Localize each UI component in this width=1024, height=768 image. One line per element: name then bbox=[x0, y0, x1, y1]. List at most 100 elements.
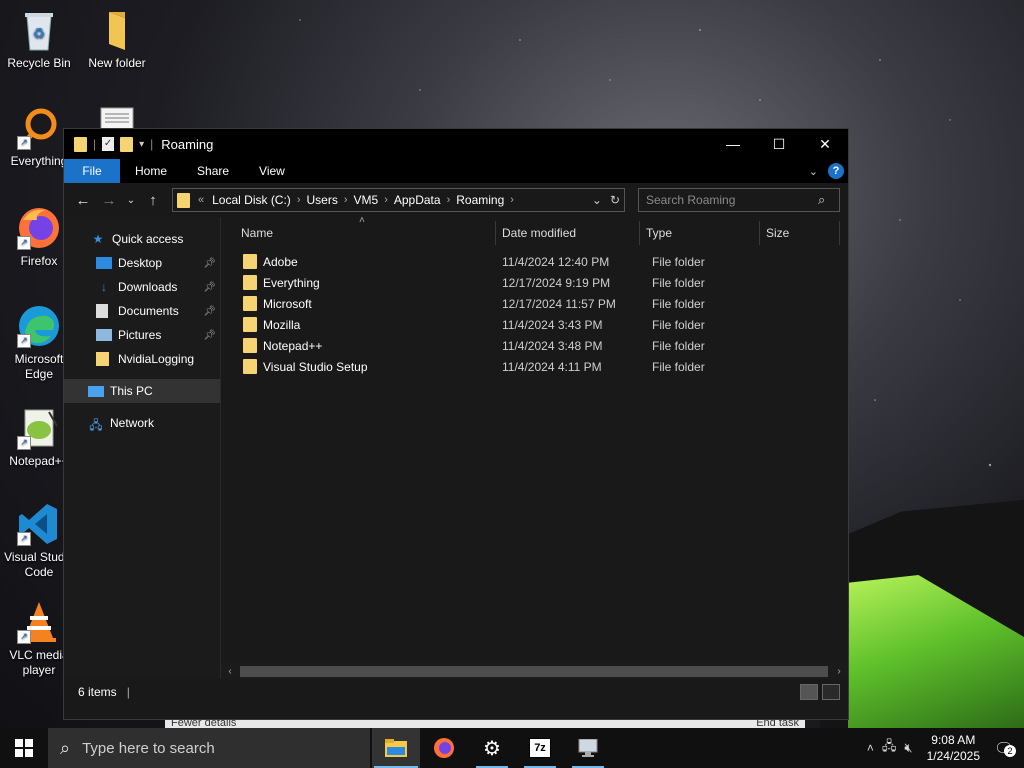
refresh-icon[interactable]: ↻ bbox=[610, 193, 620, 207]
column-type[interactable]: Type bbox=[640, 221, 760, 245]
address-overflow[interactable]: « bbox=[198, 194, 204, 206]
remote-desktop-icon bbox=[578, 739, 598, 757]
file-row[interactable]: Visual Studio Setup 11/4/2024 4:11 PM Fi… bbox=[221, 356, 848, 377]
breadcrumb-chevron-icon[interactable]: › bbox=[510, 194, 514, 206]
shortcut-arrow-icon: ↗ bbox=[17, 436, 31, 450]
star-icon: ★ bbox=[92, 232, 104, 246]
tab-view[interactable]: View bbox=[244, 159, 300, 183]
nav-label: Downloads bbox=[118, 280, 178, 294]
address-bar[interactable]: « Local Disk (C:) › Users › VM5 › AppDat… bbox=[172, 188, 625, 212]
nav-item-desktop[interactable]: Desktop 📌︎ bbox=[64, 251, 220, 275]
desktop-icon-new-folder[interactable]: New folder bbox=[79, 8, 155, 71]
file-date: 11/4/2024 4:11 PM bbox=[502, 359, 602, 374]
taskbar-remote-desktop[interactable] bbox=[564, 728, 612, 768]
breadcrumb-chevron-icon[interactable]: › bbox=[297, 194, 301, 206]
back-button[interactable]: ← bbox=[70, 192, 96, 209]
pictures-icon bbox=[96, 329, 112, 341]
large-icons-view-icon[interactable] bbox=[822, 684, 840, 700]
notifications-button[interactable]: 🗨︎ 2 bbox=[994, 739, 1016, 758]
breadcrumb-roaming[interactable]: Roaming bbox=[456, 193, 504, 207]
breadcrumb-appdata[interactable]: AppData bbox=[394, 193, 441, 207]
file-type: File folder bbox=[652, 338, 705, 353]
file-row[interactable]: Everything 12/17/2024 9:19 PM File folde… bbox=[221, 272, 848, 293]
customize-toolbar-icon[interactable]: ▾ bbox=[139, 139, 144, 150]
taskbar-search-box[interactable]: ⌕ Type here to search bbox=[48, 728, 370, 768]
start-button[interactable] bbox=[0, 728, 48, 768]
tab-file[interactable]: File bbox=[64, 159, 120, 183]
details-view-icon[interactable] bbox=[800, 684, 818, 700]
taskbar-file-explorer[interactable] bbox=[372, 728, 420, 768]
nav-quick-access[interactable]: ★ Quick access bbox=[64, 227, 220, 251]
pin-icon[interactable]: 📌︎ bbox=[203, 330, 216, 341]
taskbar-firefox[interactable] bbox=[420, 728, 468, 768]
folder-icon bbox=[243, 296, 257, 311]
file-name: Notepad++ bbox=[263, 338, 323, 353]
svg-text:♻: ♻ bbox=[33, 26, 46, 42]
network-icon[interactable]: 🖧︎ bbox=[882, 737, 897, 759]
shortcut-arrow-icon: ↗ bbox=[17, 532, 31, 546]
pin-icon[interactable]: 📌︎ bbox=[203, 258, 216, 269]
breadcrumb-local-disk[interactable]: Local Disk (C:) bbox=[212, 193, 291, 207]
file-row[interactable]: Notepad++ 11/4/2024 3:48 PM File folder bbox=[221, 335, 848, 356]
file-type: File folder bbox=[652, 359, 705, 374]
clock[interactable]: 9:08 AM 1/24/2025 bbox=[921, 732, 986, 764]
file-name: Everything bbox=[263, 275, 320, 290]
toolbar-separator: | bbox=[93, 137, 97, 151]
nav-network[interactable]: 🖧︎ Network bbox=[64, 411, 220, 435]
volume-muted-icon[interactable]: 🔇︎ bbox=[904, 740, 912, 756]
nav-label: Quick access bbox=[112, 232, 184, 246]
pin-icon[interactable]: 📌︎ bbox=[203, 282, 216, 293]
properties-icon[interactable]: ✓ bbox=[102, 137, 115, 151]
minimize-button[interactable]: — bbox=[710, 129, 756, 159]
taskbar-settings[interactable]: ⚙ bbox=[468, 728, 516, 768]
taskbar-7zip[interactable]: 7z bbox=[516, 728, 564, 768]
breadcrumb-chevron-icon[interactable]: › bbox=[384, 194, 388, 206]
pin-icon[interactable]: 📌︎ bbox=[203, 306, 216, 317]
up-button[interactable]: ↑ bbox=[140, 192, 166, 209]
folder-icon bbox=[96, 352, 109, 366]
breadcrumb-chevron-icon[interactable]: › bbox=[447, 194, 451, 206]
tab-home[interactable]: Home bbox=[120, 159, 182, 183]
file-date: 11/4/2024 3:43 PM bbox=[502, 317, 603, 332]
nav-item-nvidialogging[interactable]: NvidiaLogging bbox=[64, 347, 220, 371]
horizontal-scrollbar[interactable]: ‹ › bbox=[221, 663, 848, 679]
nav-this-pc[interactable]: This PC bbox=[64, 379, 220, 403]
search-box[interactable]: ⌕ bbox=[638, 188, 840, 212]
scrollbar-thumb[interactable] bbox=[240, 666, 828, 677]
expand-ribbon-icon[interactable]: ⌄ bbox=[809, 165, 818, 178]
folder-icon bbox=[243, 317, 257, 332]
column-size[interactable]: Size bbox=[760, 221, 840, 245]
column-date-modified[interactable]: Date modified bbox=[496, 221, 640, 245]
breadcrumb-users[interactable]: Users bbox=[306, 193, 337, 207]
file-row[interactable]: Adobe 11/4/2024 12:40 PM File folder bbox=[221, 251, 848, 272]
vscode-icon: ↗ bbox=[17, 502, 61, 546]
search-icon: ⌕ bbox=[818, 192, 826, 207]
scroll-left-icon[interactable]: ‹ bbox=[221, 666, 239, 677]
help-icon[interactable]: ? bbox=[828, 163, 844, 179]
nav-item-downloads[interactable]: ↓ Downloads 📌︎ bbox=[64, 275, 220, 299]
folder-icon bbox=[243, 359, 257, 374]
tab-share[interactable]: Share bbox=[182, 159, 244, 183]
desktop-icon-recycle-bin[interactable]: ♻ Recycle Bin bbox=[1, 8, 77, 71]
desktop-icon-label: New folder bbox=[88, 56, 146, 70]
recent-locations-icon[interactable]: ⌄ bbox=[122, 195, 140, 206]
maximize-button[interactable]: ☐ bbox=[756, 129, 802, 159]
nav-item-pictures[interactable]: Pictures 📌︎ bbox=[64, 323, 220, 347]
scroll-right-icon[interactable]: › bbox=[830, 666, 848, 677]
search-input[interactable] bbox=[639, 192, 818, 208]
show-hidden-icons-icon[interactable]: ˄ bbox=[867, 741, 874, 755]
nav-item-documents[interactable]: Documents 📌︎ bbox=[64, 299, 220, 323]
file-row[interactable]: Microsoft 12/17/2024 11:57 PM File folde… bbox=[221, 293, 848, 314]
address-dropdown-icon[interactable]: ⌄ bbox=[592, 193, 602, 207]
shortcut-arrow-icon: ↗ bbox=[17, 630, 31, 644]
folder-icon bbox=[74, 136, 87, 152]
desktop-icon-label: VLC media player bbox=[9, 648, 69, 677]
breadcrumb-vm5[interactable]: VM5 bbox=[354, 193, 379, 207]
toolbar-separator: | bbox=[150, 137, 154, 151]
file-type: File folder bbox=[652, 275, 705, 290]
close-button[interactable]: ✕ bbox=[802, 129, 848, 159]
breadcrumb-chevron-icon[interactable]: › bbox=[344, 194, 348, 206]
new-folder-icon[interactable] bbox=[120, 136, 134, 152]
forward-button[interactable]: → bbox=[96, 192, 122, 209]
file-row[interactable]: Mozilla 11/4/2024 3:43 PM File folder bbox=[221, 314, 848, 335]
